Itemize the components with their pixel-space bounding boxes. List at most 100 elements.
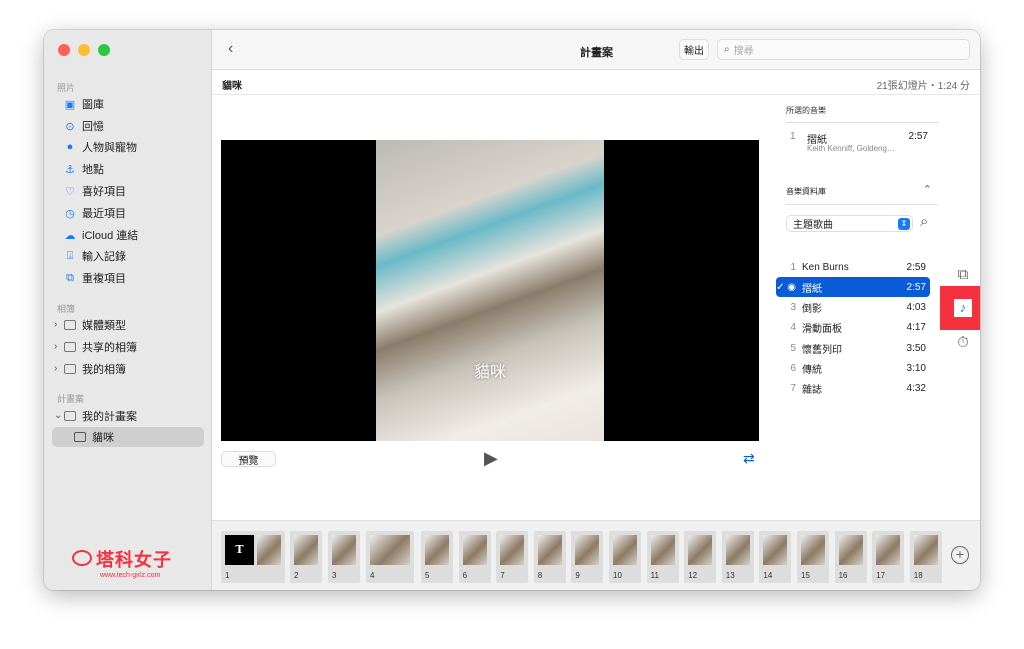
slide-thumbnail[interactable]: 17 (872, 531, 905, 583)
back-button[interactable]: ‹ (228, 40, 233, 58)
search-input[interactable]: ⌕ 搜尋 (717, 39, 970, 60)
sidebar-item-memories[interactable]: ⊙ 回憶 (64, 116, 104, 136)
music-track[interactable]: 1 Ken Burns 2:59 (776, 257, 930, 277)
chevron-down-icon[interactable]: ⌄ (54, 410, 62, 421)
track-title: 摺紙 (802, 283, 822, 295)
music-search-icon[interactable]: ⌕ (920, 213, 928, 230)
chevron-right-icon[interactable]: › (54, 319, 57, 330)
chevron-right-icon[interactable]: › (54, 363, 57, 374)
slide-thumbnail[interactable]: 8 (533, 531, 566, 583)
toolbar-title: 計畫案 (580, 47, 613, 59)
library-select[interactable]: 主題歌曲 ⇕ (786, 215, 913, 232)
sidebar-item-shared-albums[interactable]: 共享的相簿 (64, 337, 137, 357)
close-button[interactable] (58, 44, 70, 56)
music-track[interactable]: 6 傳統 3:10 (776, 359, 930, 379)
heart-icon: ♡ (65, 185, 75, 198)
slide-thumbnail[interactable]: 14 (759, 531, 792, 583)
label: 我的計畫案 (82, 411, 137, 423)
slide-number: 2 (294, 571, 299, 580)
memories-icon: ⊙ (65, 120, 75, 133)
play-button[interactable]: ▶ (484, 448, 498, 469)
music-track[interactable]: 3 倒影 4:03 (776, 298, 930, 318)
toolbar: ‹ 計畫案 輸出 ⌕ 搜尋 (212, 30, 980, 70)
music-track[interactable]: ✓ ◉ 摺紙 2:57 (776, 277, 930, 298)
selected-track[interactable]: 1 摺紙 2:57 Keith Kenniff, Goldeng… (790, 131, 932, 153)
music-panel: 所選的音樂 (786, 105, 938, 123)
folder-icon (64, 411, 76, 421)
cat-photo (376, 140, 604, 441)
sidebar-item-cat-project[interactable]: 貓咪 (74, 427, 114, 447)
slide-thumbnail[interactable]: T1 (221, 531, 285, 583)
slide-thumbnail[interactable]: 13 (721, 531, 754, 583)
window-controls (58, 44, 110, 56)
slide-thumbnail[interactable]: 7 (496, 531, 529, 583)
slide-thumbnail[interactable]: 15 (797, 531, 829, 583)
slide-thumbnail[interactable]: 2 (290, 531, 322, 583)
music-track[interactable]: 7 雜誌 4:32 (776, 379, 930, 399)
label: 人物與寵物 (82, 142, 137, 154)
track-number: 6 (790, 363, 796, 374)
track-duration: 4:32 (906, 383, 926, 395)
track-number: 3 (790, 302, 796, 314)
search-icon: ⌕ (724, 44, 730, 55)
chevron-updown-icon: ⇕ (898, 218, 910, 230)
sidebar-item-my-albums[interactable]: 我的相簿 (64, 359, 126, 379)
export-button[interactable]: 輸出 (679, 39, 709, 60)
project-header: 貓咪 21張幻燈片・1:24 分 (212, 70, 980, 95)
music-library-header[interactable]: 音樂資料庫 ⌃ (786, 183, 938, 205)
slide-number: 8 (537, 571, 543, 580)
slide-thumbnail[interactable]: 11 (646, 531, 679, 583)
add-slide-button[interactable]: + (951, 546, 969, 564)
label: 最近項目 (82, 208, 126, 220)
duration-tool-icon[interactable]: ⏱ (940, 320, 980, 364)
sidebar-item-my-projects[interactable]: 我的計畫案 (64, 406, 137, 426)
slide-image (332, 535, 356, 565)
photo-library-icon: ▣ (64, 98, 76, 111)
slide-thumbnail[interactable]: 4 (366, 531, 414, 583)
slide-number: 5 (425, 571, 430, 580)
duplicates-icon: ⧉ (66, 271, 74, 284)
slide-thumbnail[interactable]: 16 (834, 531, 867, 583)
sidebar-item-imports[interactable]: ⍗ 輸入記錄 (64, 246, 126, 266)
slide-image (650, 535, 675, 565)
slide-thumbnail[interactable]: 18 (909, 531, 942, 583)
sidebar: 照片 ▣ 圖庫 ⊙ 回憶 ● 人物與寵物 ⚓ 地點 ♡ 喜好項目 ◷ 最近項目 ☁ iClou… (44, 30, 212, 590)
slide-image (838, 535, 863, 565)
sidebar-item-recents[interactable]: ◷ 最近項目 (64, 203, 126, 223)
slide-number: 6 (462, 571, 468, 580)
sidebar-item-favorites[interactable]: ♡ 喜好項目 (64, 181, 126, 201)
slide-number: 17 (876, 571, 886, 580)
slide-thumbnail[interactable]: 9 (571, 531, 604, 583)
chevron-up-icon[interactable]: ⌃ (923, 183, 932, 196)
music-track[interactable]: 4 滑動面板 4:17 (776, 318, 930, 338)
slide-thumbnail[interactable]: 12 (684, 531, 717, 583)
slide-number: 18 (913, 571, 923, 580)
slide-image (537, 535, 562, 565)
slideshow-preview[interactable]: 貓咪 (221, 140, 759, 441)
sidebar-item-library[interactable]: ▣ 圖庫 (64, 94, 104, 114)
clock-icon: ◷ (65, 207, 75, 220)
slide-number: 9 (575, 571, 580, 580)
section-albums: 相簿 (57, 304, 76, 314)
preview-button[interactable]: 預覽 (221, 451, 276, 467)
slide-thumbnail[interactable]: 10 (609, 531, 641, 583)
slide-thumbnail[interactable]: 5 (421, 531, 453, 583)
sidebar-item-places[interactable]: ⚓ 地點 (64, 159, 104, 179)
sidebar-item-people[interactable]: ● 人物與寵物 (64, 137, 137, 157)
sidebar-item-icloud-links[interactable]: ☁ iCloud 連結 (64, 225, 139, 245)
music-track[interactable]: 5 懷舊列印 3:50 (776, 338, 930, 358)
minimize-button[interactable] (78, 44, 90, 56)
slide-image (725, 535, 750, 565)
slide-number: 4 (370, 571, 375, 580)
zoom-button[interactable] (98, 44, 110, 56)
chevron-right-icon[interactable]: › (54, 341, 57, 352)
slide-thumbnail[interactable]: 6 (458, 531, 491, 583)
repeat-icon[interactable]: ⇄ (743, 450, 755, 467)
shared-folder-icon (64, 342, 76, 352)
sidebar-item-media-types[interactable]: 媒體類型 (64, 315, 126, 335)
label: 媒體類型 (82, 320, 126, 332)
photos-window: 照片 ▣ 圖庫 ⊙ 回憶 ● 人物與寵物 ⚓ 地點 ♡ 喜好項目 ◷ 最近項目 ☁ iClou… (44, 30, 980, 590)
sidebar-item-duplicates[interactable]: ⧉ 重複項目 (64, 268, 126, 288)
slide-thumbnail[interactable]: 3 (328, 531, 360, 583)
slide-number: 16 (838, 571, 848, 580)
